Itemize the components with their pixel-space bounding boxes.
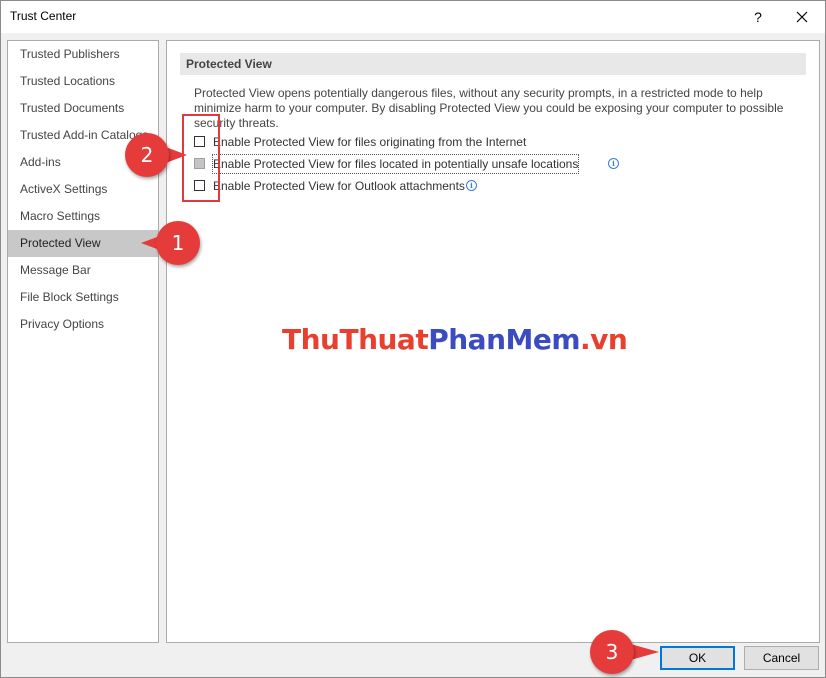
nav-item-file-block-settings[interactable]: File Block Settings: [8, 284, 158, 311]
internet-files-label[interactable]: Enable Protected View for files originat…: [213, 133, 526, 151]
watermark-part-2: PhanMem: [428, 323, 581, 356]
title-bar: Trust Center ?: [1, 1, 825, 33]
cancel-button[interactable]: Cancel: [744, 646, 819, 670]
watermark: ThuThuatPhanMem.vn: [282, 323, 628, 356]
nav-item-privacy-options[interactable]: Privacy Options: [8, 311, 158, 338]
nav-item-message-bar[interactable]: Message Bar: [8, 257, 158, 284]
nav-item-trusted-locations[interactable]: Trusted Locations: [8, 68, 158, 95]
ok-button[interactable]: OK: [660, 646, 735, 670]
annotation-marker-1: 1: [156, 221, 200, 265]
close-button[interactable]: [787, 4, 817, 30]
trust-center-dialog: Trust Center ? Trusted Publishers Truste…: [0, 0, 826, 678]
info-icon[interactable]: i: [466, 180, 477, 191]
outlook-attachments-label[interactable]: Enable Protected View for Outlook attach…: [213, 177, 465, 195]
watermark-part-3: .vn: [580, 323, 628, 356]
nav-item-protected-view[interactable]: Protected View: [8, 230, 158, 257]
help-button[interactable]: ?: [743, 4, 773, 30]
section-header: Protected View: [180, 53, 806, 75]
info-icon[interactable]: i: [608, 158, 619, 169]
close-icon: [796, 11, 808, 23]
nav-item-macro-settings[interactable]: Macro Settings: [8, 203, 158, 230]
nav-item-trusted-publishers[interactable]: Trusted Publishers: [8, 41, 158, 68]
annotation-marker-3: 3: [590, 630, 634, 674]
nav-item-activex-settings[interactable]: ActiveX Settings: [8, 176, 158, 203]
unsafe-locations-label[interactable]: Enable Protected View for files located …: [211, 154, 580, 174]
section-description: Protected View opens potentially dangero…: [194, 86, 784, 130]
nav-item-trusted-documents[interactable]: Trusted Documents: [8, 95, 158, 122]
watermark-part-1: ThuThuat: [282, 323, 429, 356]
annotation-marker-2: 2: [125, 133, 169, 177]
window-title: Trust Center: [10, 9, 77, 23]
category-nav: Trusted Publishers Trusted Locations Tru…: [7, 40, 159, 643]
